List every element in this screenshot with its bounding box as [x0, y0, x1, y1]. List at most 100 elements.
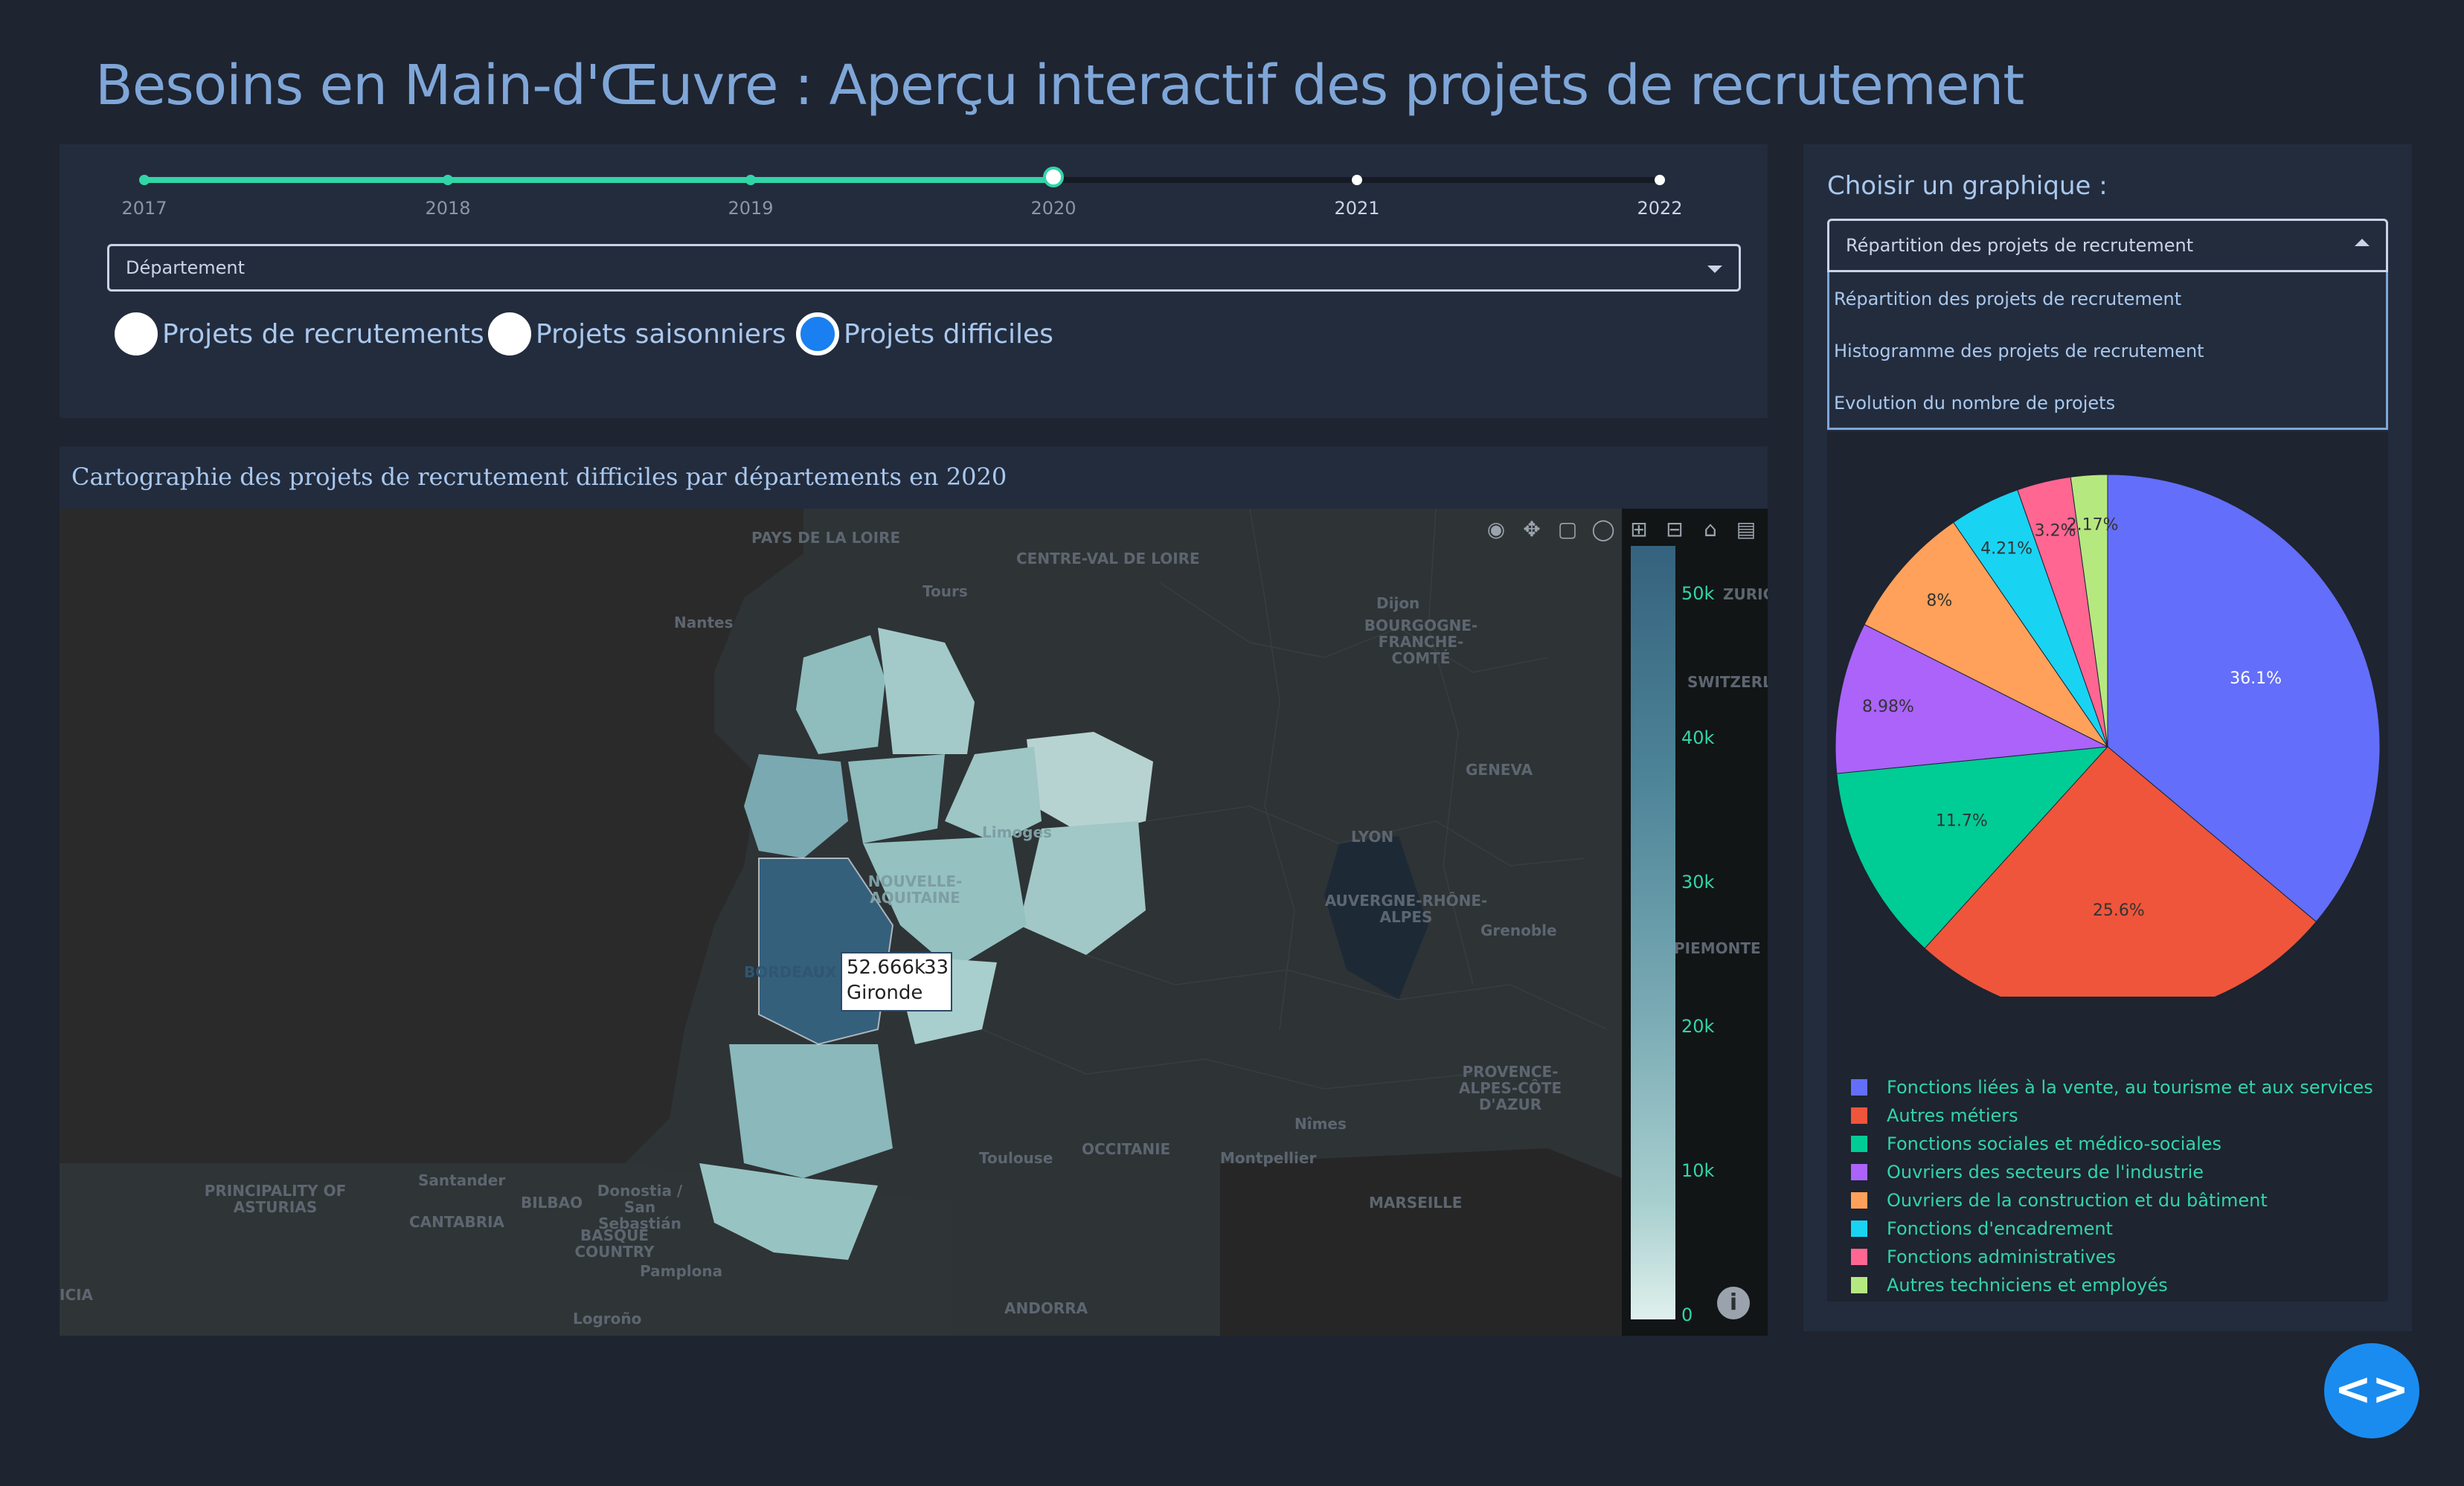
graph-dropdown[interactable]: Répartition des projets de recrutement [1827, 219, 2388, 272]
year-mark[interactable]: 2022 [1637, 198, 1682, 219]
year-mark[interactable]: 2017 [121, 198, 167, 219]
zoom-out-icon[interactable]: ⊟ [1662, 517, 1687, 542]
camera-icon[interactable]: ◉ [1483, 517, 1509, 542]
pie-slice-label: 2.17% [2067, 516, 2119, 535]
legend-label: Autres métiers [1887, 1105, 2018, 1126]
radio-circle[interactable] [488, 312, 531, 356]
map-label: Nantes [674, 614, 734, 631]
info-icon[interactable]: i [1717, 1287, 1750, 1319]
legend-label: Fonctions liées à la vente, au tourisme … [1887, 1077, 2373, 1098]
map-label: Nîmes [1294, 1115, 1347, 1133]
legend-swatch [1851, 1220, 1867, 1237]
tooltip-code: 33 [924, 956, 949, 979]
radio-circle-selected[interactable] [796, 312, 839, 356]
map-label: GENEVA [1466, 761, 1533, 779]
map-label: Grenoble [1480, 921, 1557, 939]
legend-swatch [1851, 1192, 1867, 1209]
year-mark[interactable]: 2019 [728, 198, 773, 219]
colorbar-tick: 40k [1681, 727, 1715, 748]
map-label: Logroño [573, 1310, 642, 1328]
legend-item[interactable]: Autres techniciens et employés [1851, 1275, 2168, 1296]
colorbar-tick: 10k [1681, 1160, 1715, 1181]
menu-item-repartition[interactable]: Répartition des projets de recrutement [1834, 289, 2181, 309]
pie-chart: 36.1%25.6%11.7%8.98%8%4.21%3.2%2.17% [1835, 474, 2381, 997]
legend-item[interactable]: Ouvriers de la construction et du bâtime… [1851, 1190, 2268, 1211]
department-dropdown[interactable]: Département [107, 244, 1741, 292]
legend-swatch [1851, 1277, 1867, 1293]
map-panel: Cartographie des projets de recrutement … [60, 446, 1768, 1336]
page-title: Besoins en Main-d'Œuvre : Aperçu interac… [95, 54, 2024, 118]
legend-swatch [1851, 1164, 1867, 1180]
year-slider-dot-2019[interactable] [745, 175, 756, 185]
map-label: CANTABRIA [409, 1213, 505, 1231]
map-label: Toulouse [979, 1149, 1053, 1167]
radio-label[interactable]: Projets de recrutements [162, 319, 484, 350]
map-hover-tooltip: 52.666k Gironde 33 [841, 952, 952, 1011]
year-mark[interactable]: 2018 [425, 198, 470, 219]
map-label: OCCITANIE [1082, 1140, 1171, 1158]
mediterranean [1220, 1148, 1622, 1336]
map-label: ICIA [60, 1286, 94, 1304]
pan-icon[interactable]: ✥ [1519, 517, 1544, 542]
plotly-logo-icon[interactable]: ▤ [1733, 517, 1759, 542]
year-slider-handle[interactable] [1043, 167, 1064, 187]
choropleth-map[interactable]: PAYS DE LA LOIRE CENTRE-VAL DE LOIRE Tou… [60, 509, 1768, 1336]
pie-slice-label: 8% [1926, 592, 1952, 611]
legend-label: Fonctions administratives [1887, 1247, 2117, 1267]
map-label: PIEMONTE [1674, 939, 1761, 957]
map-modebar: ◉ ✥ ▢ ◯ ⊞ ⊟ ⌂ ▤ [1475, 509, 1768, 550]
map-label: Pamplona [640, 1262, 723, 1280]
radio-projets-saisonniers[interactable]: Projets saisonniers [488, 312, 786, 356]
legend-item[interactable]: Fonctions d'encadrement [1851, 1218, 2113, 1239]
tooltip-value: 52.666k [847, 956, 926, 979]
menu-item-evolution[interactable]: Evolution du nombre de projets [1834, 393, 2115, 414]
colorbar-tick: 0 [1681, 1305, 1693, 1325]
map-label: Santander [418, 1171, 506, 1189]
pie-slice-label: 36.1% [2230, 669, 2282, 688]
legend-item[interactable]: Fonctions liées à la vente, au tourisme … [1851, 1077, 2373, 1098]
legend-swatch [1851, 1136, 1867, 1152]
map-label: BORDEAUX [744, 963, 837, 981]
colorbar-tick: 50k [1681, 583, 1715, 604]
map-label: AUVERGNE-RHÔNE-ALPES [1324, 892, 1488, 926]
year-slider-dot-2021[interactable] [1352, 175, 1362, 185]
map-label: SWITZERL [1687, 673, 1768, 691]
map-label: Donostia / San Sebastián [597, 1182, 683, 1232]
year-slider-dot-2017[interactable] [139, 175, 150, 185]
legend-swatch [1851, 1079, 1867, 1096]
year-slider-fill [144, 177, 1053, 183]
year-slider-dot-2018[interactable] [443, 175, 453, 185]
map-title: Cartographie des projets de recrutement … [71, 463, 1007, 491]
legend-item[interactable]: Fonctions administratives [1851, 1247, 2116, 1267]
map-label: Dijon [1376, 594, 1420, 612]
year-mark[interactable]: 2020 [1030, 198, 1076, 219]
legend-swatch [1851, 1249, 1867, 1265]
graph-panel: Choisir un graphique : Répartition des p… [1803, 144, 2412, 1331]
menu-item-histogramme[interactable]: Histogramme des projets de recrutement [1834, 341, 2204, 361]
home-icon[interactable]: ⌂ [1698, 517, 1723, 542]
year-slider-dot-2022[interactable] [1655, 175, 1665, 185]
legend-label: Fonctions sociales et médico-sociales [1887, 1133, 2221, 1154]
legend-item[interactable]: Fonctions sociales et médico-sociales [1851, 1133, 2221, 1154]
map-label: BILBAO [521, 1194, 583, 1212]
radio-projets-recrutements[interactable]: Projets de recrutements [115, 312, 484, 356]
box-select-icon[interactable]: ▢ [1555, 517, 1580, 542]
radio-label[interactable]: Projets saisonniers [536, 319, 786, 350]
year-mark[interactable]: 2021 [1334, 198, 1379, 219]
map-label: Tours [923, 582, 968, 600]
chevron-down-icon [1707, 266, 1722, 273]
map-label: CENTRE-VAL DE LOIRE [1016, 550, 1200, 567]
lasso-select-icon[interactable]: ◯ [1591, 517, 1616, 542]
graph-dropdown-menu: Répartition des projets de recrutement H… [1827, 272, 2388, 430]
map-label: BOURGOGNE-FRANCHE-COMTÉ [1364, 617, 1478, 667]
tooltip-name: Gironde [847, 982, 923, 1004]
radio-circle[interactable] [115, 312, 158, 356]
colorbar-tick: 30k [1681, 872, 1715, 892]
pie-slice-label: 8.98% [1862, 698, 1914, 716]
legend-item[interactable]: Ouvriers des secteurs de l'industrie [1851, 1162, 2204, 1183]
radio-label[interactable]: Projets difficiles [844, 319, 1053, 350]
radio-projets-difficiles[interactable]: Projets difficiles [796, 312, 1053, 356]
legend-item[interactable]: Autres métiers [1851, 1105, 2018, 1126]
code-toggle-button[interactable]: <> [2324, 1343, 2419, 1438]
zoom-in-icon[interactable]: ⊞ [1626, 517, 1652, 542]
